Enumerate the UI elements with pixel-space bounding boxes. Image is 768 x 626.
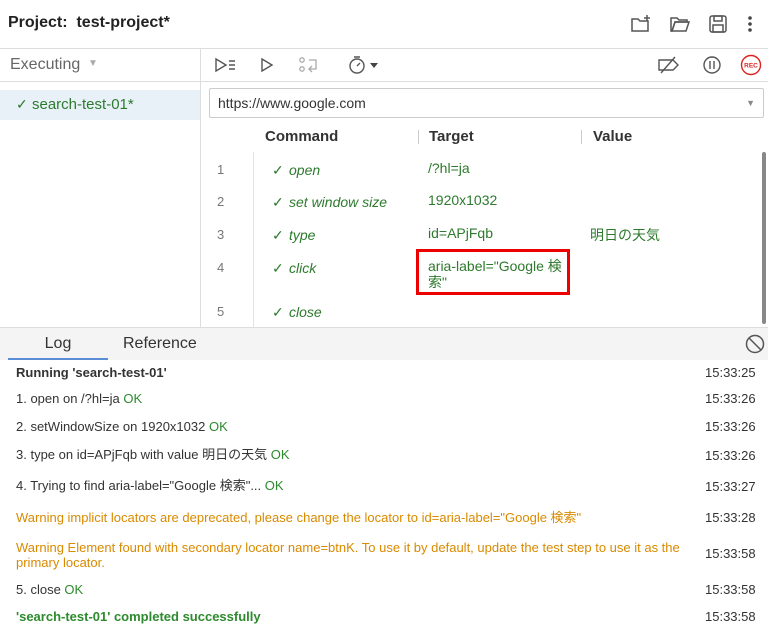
table-row[interactable]: 2 ✓ set window size 1920x1032 [201, 192, 768, 222]
test-name: search-test-01* [32, 96, 134, 113]
log-status: OK [270, 447, 290, 462]
highlight-box [416, 249, 570, 295]
executing-dropdown[interactable]: Executing ▼ [0, 49, 200, 82]
log-text: 4. Trying to find aria-label="Google 検索"… [16, 478, 265, 493]
check-icon: ✓ [272, 162, 284, 178]
tab-log[interactable]: Log [8, 328, 108, 360]
new-folder-icon[interactable] [629, 12, 653, 36]
log-line: 2. setWindowSize on 1920x1032 OK [16, 419, 686, 434]
row-number: 2 [217, 194, 225, 209]
log-line: Running 'search-test-01' [16, 365, 686, 380]
speed-timer-icon[interactable] [347, 54, 383, 76]
project-title: Project: test-project* [8, 14, 170, 32]
check-icon: ✓ [272, 194, 284, 210]
more-menu-icon[interactable] [738, 12, 762, 36]
tests-panel: Executing ▼ ✓ search-test-01* [0, 49, 201, 327]
log-line: 1. open on /?hl=ja OK [16, 391, 686, 406]
log-text: 2. setWindowSize on 1920x1032 [16, 419, 209, 434]
step-over-icon[interactable] [297, 54, 321, 76]
column-header-command: Command [265, 128, 339, 145]
value-cell: 明日の天気 [590, 227, 660, 243]
header-bar: Project: test-project* [0, 0, 768, 49]
project-label: Project: [8, 14, 68, 31]
table-row[interactable]: 5 ✓ close [201, 302, 768, 326]
row-number: 4 [217, 260, 225, 275]
record-icon[interactable]: REC [739, 54, 763, 76]
log-status: OK [208, 419, 228, 434]
target-cell: id=APjFqb [428, 225, 493, 241]
log-time: 15:33:26 [705, 448, 756, 463]
column-header-target: Target [429, 128, 474, 145]
log-status: OK [123, 391, 143, 406]
log-line: 3. type on id=APjFqb with value 明日の天気 OK [16, 447, 686, 462]
run-all-tests-icon[interactable] [213, 54, 237, 76]
log-status: OK [64, 582, 84, 597]
check-icon: ✓ [272, 260, 284, 276]
log-time: 15:33:27 [705, 479, 756, 494]
log-warning: Warning Element found with secondary loc… [16, 540, 686, 570]
executing-label: Executing [10, 56, 81, 73]
check-icon: ✓ [272, 227, 284, 243]
target-cell: 1920x1032 [428, 192, 498, 208]
column-header-value: Value [593, 128, 633, 145]
command-cell: type [289, 227, 316, 243]
test-item[interactable]: ✓ search-test-01* [0, 90, 200, 120]
pause-icon[interactable] [701, 54, 723, 76]
log-line: 5. close OK [16, 582, 686, 597]
log-text: 3. type on id=APjFqb with value 明日の天気 [16, 447, 271, 462]
project-name[interactable]: test-project* [76, 14, 169, 31]
log-time: 15:33:28 [705, 510, 756, 525]
log-text: Warning implicit locators are deprecated… [16, 510, 582, 525]
table-scrollbar[interactable] [762, 152, 766, 324]
log-time: 15:33:58 [705, 582, 756, 597]
open-folder-icon[interactable] [668, 12, 692, 36]
command-cell: set window size [289, 194, 388, 210]
run-test-icon[interactable] [257, 54, 277, 76]
log-time: 15:33:58 [705, 546, 756, 561]
row-number: 3 [217, 227, 225, 242]
log-line: 4. Trying to find aria-label="Google 検索"… [16, 478, 686, 493]
row-number: 5 [217, 304, 225, 319]
log-success: 'search-test-01' completed successfully [16, 609, 686, 624]
log-text: 1. open on /?hl=ja [16, 391, 124, 406]
tab-reference[interactable]: Reference [123, 328, 197, 360]
log-time: 15:33:26 [705, 419, 756, 434]
column-divider [418, 130, 419, 144]
log-text: 'search-test-01' completed successfully [16, 609, 261, 624]
base-url-select[interactable]: https://www.google.com ▼ [209, 88, 764, 118]
check-icon: ✓ [272, 304, 284, 320]
target-cell: /?hl=ja [428, 160, 470, 176]
log-time: 15:33:25 [705, 365, 756, 380]
svg-text:REC: REC [744, 63, 758, 70]
table-row[interactable]: 1 ✓ open /?hl=ja [201, 160, 768, 190]
check-icon: ✓ [16, 96, 28, 112]
command-cell: open [289, 162, 321, 178]
command-table: 1 ✓ open /?hl=ja 2 ✓ set window size 192… [201, 152, 768, 327]
command-cell: click [289, 260, 317, 276]
log-time: 15:33:58 [705, 609, 756, 624]
row-number: 1 [217, 162, 225, 177]
bottom-tabs: Log Reference [0, 328, 768, 360]
clear-log-icon[interactable] [744, 333, 766, 355]
runner-toolbar: REC [201, 49, 768, 82]
command-cell: close [289, 304, 322, 320]
log-text: Warning Element found with secondary loc… [16, 540, 680, 570]
caret-down-icon: ▼ [746, 98, 755, 108]
log-warning: Warning implicit locators are deprecated… [16, 510, 686, 525]
log-panel: Running 'search-test-01' 15:33:25 1. ope… [0, 360, 768, 626]
disable-breakpoints-icon[interactable] [657, 54, 681, 76]
save-icon[interactable] [706, 12, 730, 36]
log-time: 15:33:26 [705, 391, 756, 406]
caret-down-icon: ▼ [88, 58, 98, 69]
log-text: Running 'search-test-01' [16, 365, 167, 380]
log-status: OK [264, 478, 284, 493]
log-text: 5. close [16, 582, 65, 597]
column-divider [581, 130, 582, 144]
base-url-value: https://www.google.com [218, 95, 366, 111]
